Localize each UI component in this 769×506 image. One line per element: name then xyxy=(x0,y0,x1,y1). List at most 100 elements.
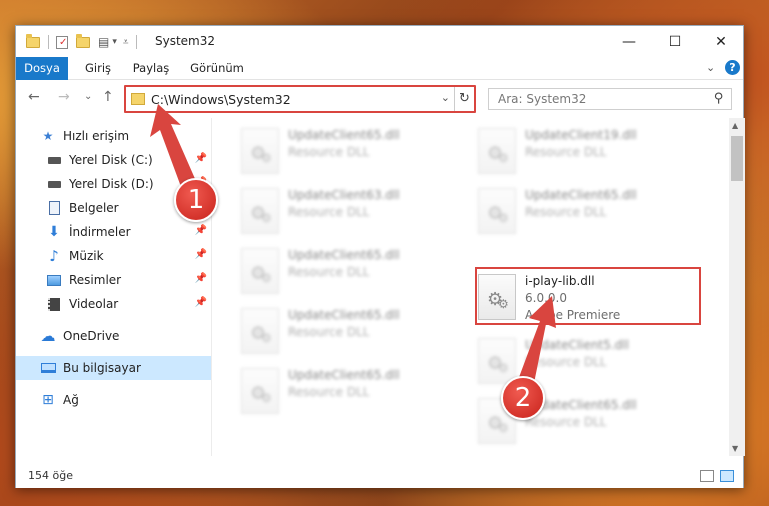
file-name: UpdateClient65.dll xyxy=(288,128,400,142)
video-icon xyxy=(46,297,62,311)
tab-gorunum[interactable]: Görünüm xyxy=(186,57,248,80)
file-name: UpdateClient65.dll xyxy=(525,188,637,202)
file-item[interactable]: ⚙ ⚙ UpdateClient63.dll Resource DLL xyxy=(241,186,461,236)
sidebar-item-label: Yerel Disk (D:) xyxy=(69,177,154,191)
dll-file-icon: ⚙ ⚙ xyxy=(241,188,279,234)
file-type: Resource DLL xyxy=(525,415,607,429)
search-icon[interactable]: ⚲ xyxy=(714,91,724,106)
file-name: UpdateClient19.dll xyxy=(525,128,637,142)
file-item[interactable]: ⚙ ⚙ UpdateClient19.dll Resource DLL xyxy=(478,126,698,176)
pin-icon[interactable]: 📌 xyxy=(195,273,207,284)
file-type: Resource DLL xyxy=(525,145,607,159)
refresh-button[interactable]: ↻ xyxy=(454,87,474,111)
ribbon-tabs: Dosya Giriş Paylaş Görünüm ⌄ ? xyxy=(16,57,743,80)
dll-file-icon: ⚙ ⚙ xyxy=(478,338,516,384)
up-button[interactable]: ↑ xyxy=(102,89,114,105)
sidebar-item-videos[interactable]: Videolar 📌 xyxy=(16,292,211,316)
pin-icon[interactable]: 📌 xyxy=(195,297,207,308)
tab-giris[interactable]: Giriş xyxy=(78,57,118,80)
customize-dropdown-icon[interactable]: ⩡ xyxy=(123,37,129,48)
maximize-button[interactable]: ☐ xyxy=(652,26,698,57)
tiles-view-icon[interactable] xyxy=(720,470,734,482)
file-list: ⚙ ⚙ UpdateClient65.dll Resource DLL ⚙ ⚙ Up… xyxy=(213,118,729,456)
annotation-badge-2: 2 xyxy=(501,376,545,420)
close-button[interactable]: ✕ xyxy=(698,26,744,57)
sidebar-item-label: Müzik xyxy=(69,249,104,263)
help-icon[interactable]: ? xyxy=(725,60,740,75)
forward-button[interactable]: → xyxy=(58,89,70,105)
cloud-icon: ☁ xyxy=(40,327,56,345)
file-item[interactable]: ⚙ ⚙ UpdateClient65.dll Resource DLL xyxy=(478,186,698,236)
back-button[interactable]: ← xyxy=(28,89,40,105)
sidebar-item-music[interactable]: ♪ Müzik 📌 xyxy=(16,244,211,268)
sidebar-item-onedrive[interactable]: ☁ OneDrive xyxy=(16,324,211,348)
dll-file-icon: ⚙ ⚙ xyxy=(478,188,516,234)
file-item-selected[interactable]: ⚙ ⚙ i-play-lib.dll 6.0.0.0 Adobe Premiere xyxy=(478,272,698,322)
new-folder-icon[interactable] xyxy=(76,33,90,48)
sidebar-item-label: OneDrive xyxy=(63,329,120,343)
file-type: Resource DLL xyxy=(288,145,370,159)
file-name: UpdateClient65.dll xyxy=(288,368,400,382)
sidebar-item-pictures[interactable]: Resimler 📌 xyxy=(16,268,211,292)
file-item[interactable]: ⚙ ⚙ UpdateClient65.dll Resource DLL xyxy=(241,306,461,356)
document-icon xyxy=(46,201,62,215)
scrollbar-thumb[interactable] xyxy=(731,136,743,181)
vertical-scrollbar[interactable]: ▲ ▼ xyxy=(729,118,745,456)
dll-file-icon: ⚙ ⚙ xyxy=(478,274,516,320)
navigation-bar: ← → ⌄ ↑ C:\Windows\System32 ⌄ ↻ Ara: Sys… xyxy=(16,81,743,116)
music-icon: ♪ xyxy=(49,247,59,265)
sidebar-item-label: Hızlı erişim xyxy=(63,129,130,143)
file-item[interactable]: ⚙ ⚙ UpdateClient65.dll Resource DLL xyxy=(241,246,461,296)
expand-ribbon-icon[interactable]: ⌄ xyxy=(706,61,715,74)
sidebar-item-label: Ağ xyxy=(63,393,79,407)
file-type: Resource DLL xyxy=(288,205,370,219)
pin-icon[interactable]: 📌 xyxy=(195,249,207,260)
dll-file-icon: ⚙ ⚙ xyxy=(241,368,279,414)
sidebar-item-local-disk-c[interactable]: Yerel Disk (C:) 📌 xyxy=(16,148,211,172)
chevron-down-icon[interactable]: ▾ xyxy=(112,37,117,47)
address-bar[interactable]: C:\Windows\System32 ⌄ ↻ xyxy=(124,85,476,113)
pin-icon[interactable]: 📌 xyxy=(195,225,207,236)
dll-file-icon: ⚙ ⚙ xyxy=(241,248,279,294)
customize-icon[interactable]: ▤ xyxy=(98,35,109,49)
sidebar-item-downloads[interactable]: ⬇ İndirmeler 📌 xyxy=(16,220,211,244)
sidebar-item-network[interactable]: ⊞ Ağ xyxy=(16,388,211,412)
chevron-down-icon[interactable]: ⌄ xyxy=(441,91,450,104)
file-item[interactable]: ⚙ ⚙ UpdateClient65.dll Resource DLL xyxy=(241,366,461,416)
folder-icon xyxy=(26,33,40,48)
file-type: Resource DLL xyxy=(288,385,370,399)
properties-icon[interactable]: ✓ xyxy=(56,35,68,49)
file-type: Resource DLL xyxy=(288,325,370,339)
details-view-icon[interactable] xyxy=(700,470,714,482)
scroll-down-icon[interactable]: ▼ xyxy=(732,444,738,453)
file-type: Resource DLL xyxy=(525,355,607,369)
file-name: UpdateClient65.dll xyxy=(288,308,400,322)
file-type: Resource DLL xyxy=(525,205,607,219)
pin-icon[interactable]: 📌 xyxy=(195,153,207,164)
file-item[interactable]: ⚙ ⚙ UpdateClient65.dll Resource DLL xyxy=(241,126,461,176)
sidebar-item-this-pc[interactable]: Bu bilgisayar xyxy=(16,356,211,380)
file-explorer-window: ✓ ▤ ▾ ⩡ System32 — ☐ ✕ Dosya Giriş Payla… xyxy=(15,25,745,488)
sidebar-item-label: Resimler xyxy=(69,273,122,287)
title-bar: ✓ ▤ ▾ ⩡ System32 — ☐ ✕ xyxy=(16,26,743,57)
file-name: UpdateClient5.dll xyxy=(525,338,629,352)
computer-icon xyxy=(40,361,56,375)
download-icon: ⬇ xyxy=(48,224,60,240)
divider xyxy=(48,35,49,49)
address-path[interactable]: C:\Windows\System32 xyxy=(151,92,291,107)
tab-dosya[interactable]: Dosya xyxy=(16,57,68,80)
dll-file-icon: ⚙ ⚙ xyxy=(478,128,516,174)
recent-locations-button[interactable]: ⌄ xyxy=(84,91,92,102)
tab-paylas[interactable]: Paylaş xyxy=(129,57,173,80)
quick-access-toolbar: ✓ ▤ ▾ ⩡ xyxy=(26,33,137,50)
star-icon: ★ xyxy=(42,129,54,143)
sidebar-item-quick-access[interactable]: ★ Hızlı erişim xyxy=(16,124,211,148)
file-name: UpdateClient63.dll xyxy=(288,188,400,202)
scroll-up-icon[interactable]: ▲ xyxy=(732,121,738,130)
file-name: UpdateClient65.dll xyxy=(288,248,400,262)
minimize-button[interactable]: — xyxy=(606,26,652,57)
sidebar-item-label: Yerel Disk (C:) xyxy=(69,153,153,167)
folder-icon xyxy=(131,93,145,105)
file-type: Resource DLL xyxy=(288,265,370,279)
search-input[interactable]: Ara: System32 ⚲ xyxy=(488,88,732,110)
